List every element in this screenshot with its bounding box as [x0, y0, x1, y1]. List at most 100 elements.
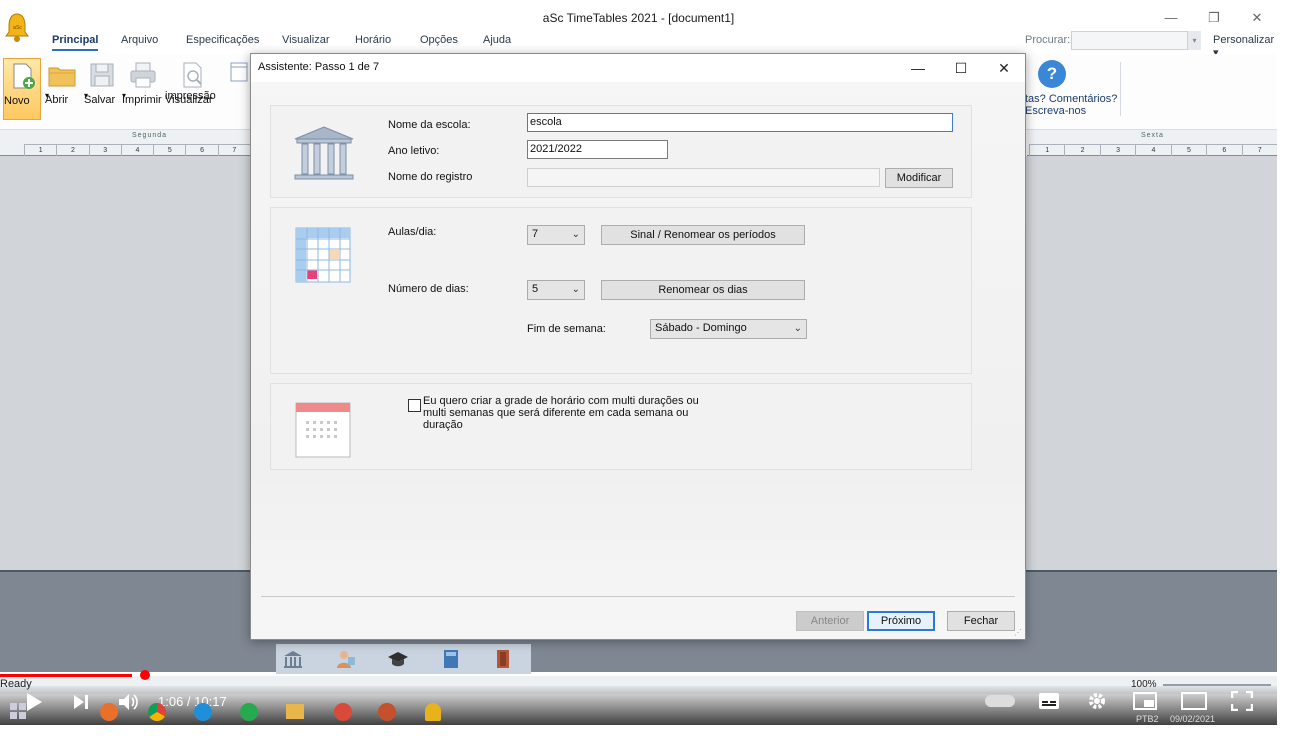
- period-number: 5: [153, 145, 185, 156]
- calendar-grid-icon: [295, 227, 351, 283]
- write-to-us-link[interactable]: Escreva-nos: [1025, 105, 1086, 117]
- school-year-label: Ano letivo:: [388, 145, 440, 157]
- print-dropdown-icon[interactable]: ▾: [122, 90, 126, 102]
- next-video-icon[interactable]: [72, 693, 90, 711]
- period-number: 4: [120, 145, 153, 156]
- fullscreen-icon[interactable]: [1231, 691, 1253, 711]
- whatsapp-icon[interactable]: [240, 703, 258, 721]
- menu-opcoes[interactable]: Opções: [420, 34, 458, 46]
- number-of-days-value: 5: [532, 283, 539, 295]
- lessons-per-day-value: 7: [532, 228, 539, 240]
- rename-days-button[interactable]: Renomear os dias: [601, 280, 805, 300]
- multi-week-panel: Eu quero criar a grade de horário com mu…: [270, 383, 972, 470]
- resize-grip-icon[interactable]: ⋰: [1014, 628, 1022, 637]
- school-panel: Nome da escola: escola Ano letivo: 2021/…: [270, 105, 972, 198]
- weekend-select[interactable]: Sábado - Domingo ⌄: [650, 319, 807, 339]
- rename-periods-button[interactable]: Sinal / Renomear os períodos: [601, 225, 805, 245]
- lessons-per-day-label: Aulas/dia:: [388, 226, 437, 238]
- save-icon: [90, 63, 114, 87]
- graduation-cap-icon[interactable]: [387, 648, 409, 670]
- multi-week-checkbox[interactable]: [408, 399, 421, 412]
- ribbon-divider: [1120, 62, 1121, 116]
- door-icon[interactable]: [492, 648, 514, 670]
- video-scrubber[interactable]: [140, 670, 150, 680]
- period-number: 4: [1135, 145, 1170, 156]
- previous-button[interactable]: Anterior: [796, 611, 864, 631]
- book-icon[interactable]: [440, 648, 462, 670]
- dialog-close-icon[interactable]: ✕: [984, 56, 1024, 80]
- menu-visualizar[interactable]: Visualizar: [282, 34, 330, 46]
- print-preview-label-2: impressão: [165, 90, 216, 102]
- file-explorer-icon[interactable]: [286, 704, 304, 719]
- close-button[interactable]: Fechar: [947, 611, 1015, 631]
- multi-week-label[interactable]: Eu quero criar a grade de horário com mu…: [423, 395, 723, 431]
- feedback-text[interactable]: tas? Comentários?: [1025, 93, 1117, 105]
- number-of-days-label: Número de dias:: [388, 283, 469, 295]
- teacher-icon[interactable]: [335, 648, 357, 670]
- keyboard-language: PTB2: [1136, 714, 1159, 724]
- period-number: 1: [1029, 145, 1064, 156]
- school-year-input[interactable]: 2021/2022: [527, 140, 668, 159]
- period-number: 7: [217, 145, 250, 156]
- print-label: Imprimir: [122, 94, 162, 106]
- play-icon[interactable]: [24, 692, 44, 712]
- print-preview-button[interactable]: Visualizar impressão: [165, 58, 219, 120]
- edge-icon[interactable]: [194, 703, 212, 721]
- asc-timetables-taskbar-icon[interactable]: [425, 703, 441, 721]
- app-taskbar-icon[interactable]: [378, 703, 396, 721]
- windows-start-icon[interactable]: [10, 703, 26, 719]
- screen: aSc aSc TimeTables 2021 - [document1] — …: [0, 0, 1297, 742]
- menu-especificacoes[interactable]: Especificações: [186, 34, 259, 46]
- print-button[interactable]: Imprimir ▾: [122, 58, 164, 120]
- view-icon[interactable]: [230, 62, 248, 82]
- save-button[interactable]: Salvar ▾: [84, 58, 120, 120]
- period-number: 5: [1170, 145, 1206, 156]
- restore-icon[interactable]: ❐: [1194, 8, 1234, 28]
- modify-button[interactable]: Modificar: [885, 168, 953, 188]
- period-number: 6: [1206, 145, 1241, 156]
- minimize-icon[interactable]: —: [1151, 8, 1191, 28]
- school-name-input[interactable]: escola: [527, 113, 953, 132]
- autoplay-toggle[interactable]: [985, 695, 1015, 707]
- video-progress-track[interactable]: [0, 674, 1277, 676]
- timeline-right: Sexta 1 2 3 4 5 6 7: [1027, 130, 1277, 156]
- number-of-days-select[interactable]: 5 ⌄: [527, 280, 585, 300]
- menu-arquivo[interactable]: Arquivo: [121, 34, 158, 46]
- firefox-icon[interactable]: [100, 703, 118, 721]
- dialog-maximize-icon[interactable]: ☐: [941, 56, 981, 80]
- video-progress-played: [0, 674, 132, 677]
- settings-gear-icon[interactable]: [1087, 691, 1107, 711]
- volume-icon[interactable]: [117, 692, 139, 712]
- day-label-monday: Segunda: [132, 132, 168, 139]
- dialog-minimize-icon[interactable]: —: [898, 56, 938, 80]
- next-button[interactable]: Próximo: [867, 611, 935, 631]
- open-button[interactable]: Abrir ▾: [45, 58, 79, 120]
- lessons-per-day-select[interactable]: 7 ⌄: [527, 225, 585, 245]
- folder-icon: [48, 67, 76, 87]
- dialog-title: Assistente: Passo 1 de 7: [258, 61, 380, 73]
- chrome-profile-icon[interactable]: [334, 703, 352, 721]
- video-time: 1:06 / 10:17: [158, 694, 227, 709]
- search-dropdown-icon[interactable]: ▾: [1187, 31, 1201, 50]
- search-input[interactable]: [1071, 31, 1201, 50]
- menu-horario[interactable]: Horário: [355, 34, 391, 46]
- theater-mode-icon[interactable]: [1181, 692, 1207, 710]
- period-number: 7: [1241, 145, 1277, 156]
- registry-name-input[interactable]: [527, 168, 880, 187]
- chrome-icon[interactable]: [148, 703, 166, 721]
- save-dropdown-icon[interactable]: ▾: [84, 90, 88, 102]
- help-question-icon[interactable]: ?: [1038, 60, 1066, 88]
- school-icon[interactable]: [282, 648, 304, 670]
- miniplayer-icon[interactable]: [1133, 692, 1157, 710]
- open-dropdown-icon[interactable]: ▾: [45, 90, 49, 102]
- menu-ajuda[interactable]: Ajuda: [483, 34, 511, 46]
- subtitles-icon[interactable]: [1038, 692, 1060, 710]
- new-button[interactable]: Novo: [3, 58, 41, 120]
- period-number: 2: [56, 145, 88, 156]
- chevron-down-icon: ⌄: [571, 229, 580, 240]
- close-icon[interactable]: ✕: [1237, 8, 1277, 28]
- menu-principal[interactable]: Principal: [52, 34, 99, 51]
- registry-name-label: Nome do registro: [388, 171, 473, 183]
- app-title: aSc TimeTables 2021 - [document1]: [542, 11, 735, 25]
- school-name-label: Nome da escola:: [388, 119, 471, 131]
